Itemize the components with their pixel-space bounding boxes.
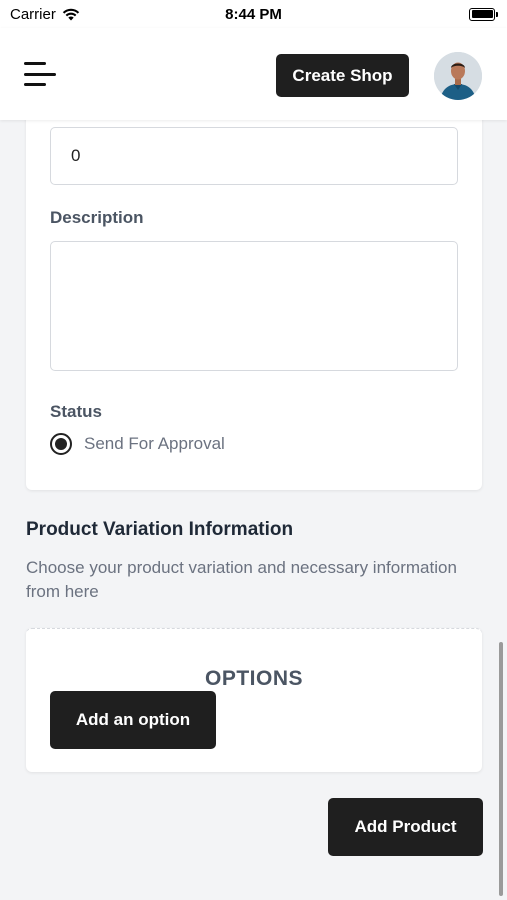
quantity-input[interactable]: 0 — [50, 127, 458, 185]
status-option-send-for-approval[interactable]: Send For Approval — [50, 433, 225, 455]
options-card: OPTIONS Add an option — [26, 628, 482, 772]
wifi-icon — [62, 8, 80, 20]
description-label: Description — [50, 208, 144, 227]
product-form-card: 0 Description Status Send For Approval — [26, 100, 482, 490]
variation-section-title: Product Variation Information — [26, 519, 294, 540]
status-option-label: Send For Approval — [84, 434, 225, 453]
options-title: OPTIONS — [204, 667, 303, 690]
carrier-label: Carrier — [10, 5, 56, 23]
status-bar: Carrier 8:44 PM — [0, 0, 507, 28]
status-label: Status — [50, 402, 102, 421]
status-bar-left: Carrier — [10, 6, 80, 23]
add-option-button[interactable]: Add an option — [50, 691, 216, 749]
battery-icon — [469, 7, 498, 21]
scrollbar[interactable] — [499, 642, 503, 896]
description-textarea[interactable] — [50, 241, 458, 371]
add-product-button[interactable]: Add Product — [328, 798, 483, 856]
hamburger-menu-icon[interactable] — [24, 60, 58, 88]
create-shop-button[interactable]: Create Shop — [276, 54, 409, 97]
radio-selected-icon[interactable] — [50, 433, 72, 455]
avatar-image — [434, 52, 482, 100]
app-header: Create Shop — [0, 28, 507, 120]
user-avatar[interactable] — [434, 52, 482, 100]
variation-section-subtitle: Choose your product variation and necess… — [26, 558, 457, 601]
